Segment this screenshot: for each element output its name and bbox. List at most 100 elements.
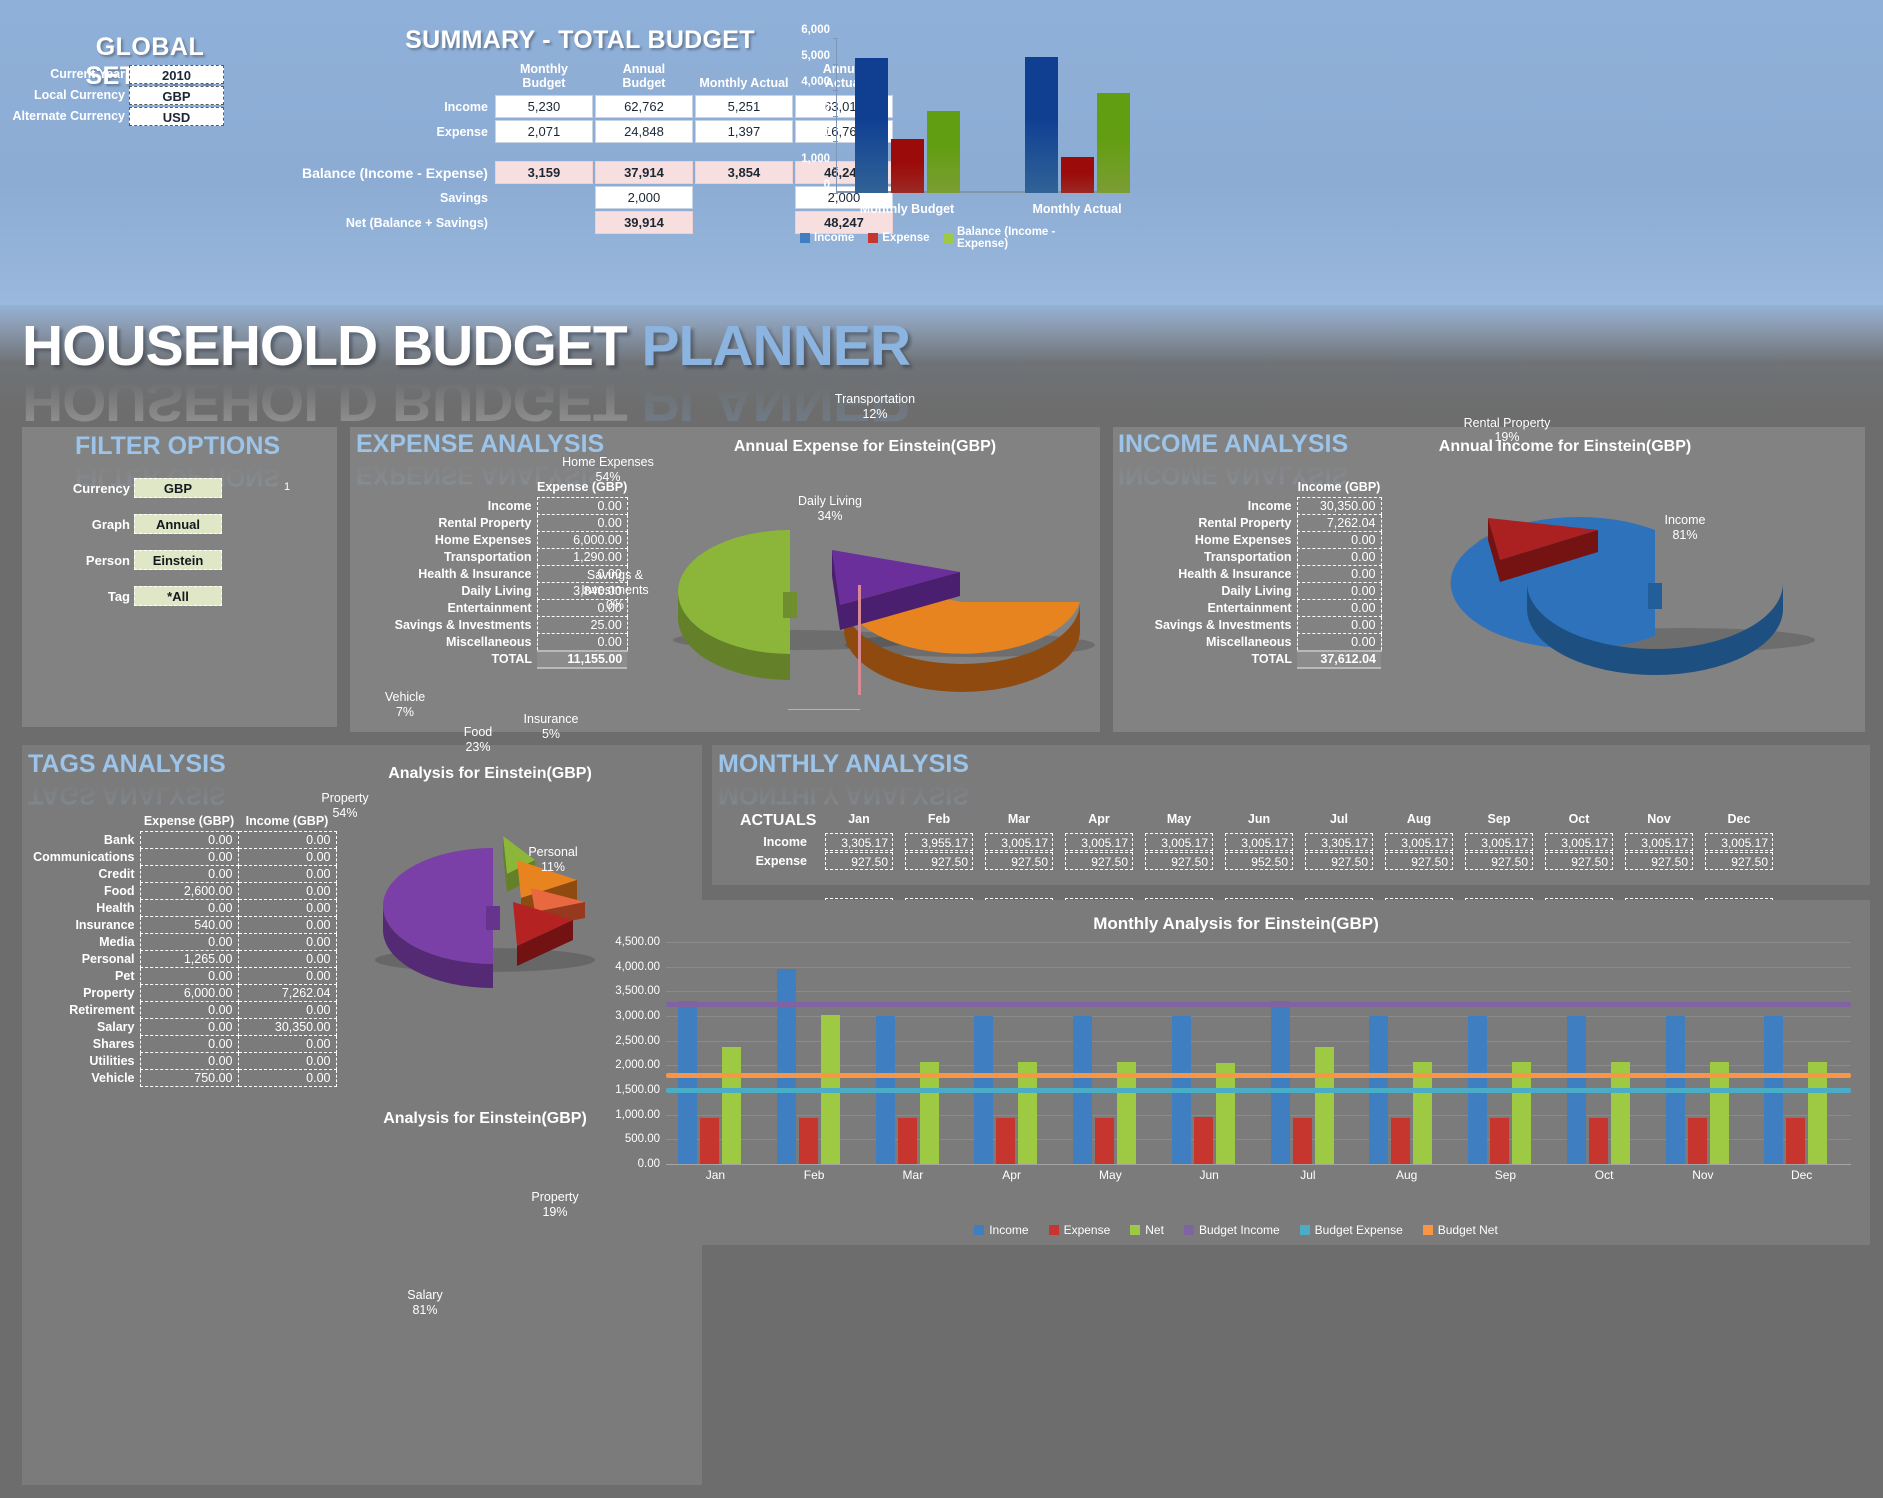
actual-expense-cell: 927.50 <box>985 852 1053 870</box>
tag-label: Insurance <box>75 918 135 932</box>
monthly-analysis-title-reflection: MONTHLY ANALYSIS <box>718 781 969 809</box>
tag-expense-value: 0.00 <box>139 1018 239 1036</box>
summary-chart-tickmark <box>833 63 838 65</box>
monthly-analysis-chart: Monthly Analysis for Einstein(GBP) 0.00 5… <box>602 900 1870 1245</box>
tag-expense-value: 6,000.00 <box>139 984 239 1002</box>
filter-value-person[interactable]: Einstein <box>134 550 222 570</box>
tags-pie-pct-insurance: 5% <box>541 727 561 741</box>
global-setting-value[interactable]: GBP <box>129 85 224 105</box>
summary-chart-xlabel: Monthly Budget <box>859 202 955 216</box>
tags-analysis-title: TAGS ANALYSIS <box>28 750 226 778</box>
monthly-chart-bar-expense <box>996 1118 1016 1164</box>
monthly-chart-bar-expense <box>1391 1118 1411 1164</box>
tags-income-pct-property: 19% <box>542 1205 568 1219</box>
tag-expense-value: 0.00 <box>139 1001 239 1019</box>
summary-chart-ytick: 6,000 <box>801 24 830 36</box>
tag-label: Shares <box>92 1037 135 1051</box>
monthly-chart-ytick: 4,000.00 <box>615 960 660 973</box>
global-setting-value[interactable]: USD <box>129 106 224 126</box>
filter-value-tag[interactable]: *All <box>134 586 222 606</box>
row-label: Home Expenses <box>434 533 532 547</box>
monthly-chart-bar-expense <box>1490 1118 1509 1164</box>
row-value: 0.00 <box>1296 616 1382 634</box>
actuals-section-label: ACTUALS <box>740 812 817 829</box>
legend-swatch <box>800 233 810 243</box>
monthly-chart-xlabel-aug: Aug <box>1395 1168 1418 1182</box>
summary-income-monthly-budget: 5,230 <box>494 95 593 118</box>
actual-income-cell: 3,005.17 <box>1625 833 1693 851</box>
actual-expense-cell: 952.50 <box>1225 852 1293 870</box>
row-value: 0.00 <box>1296 599 1382 617</box>
legend-label: Expense <box>1063 1223 1111 1237</box>
monthly-chart-bar-net <box>1314 1047 1334 1164</box>
tag-label: Media <box>99 935 135 949</box>
monthly-chart-ytick: 2,000.00 <box>615 1059 660 1072</box>
month-header-sep: Sep <box>1487 812 1511 826</box>
tag-income-value: 0.00 <box>237 831 337 849</box>
expense-pie-label-transportation: Transportation 12% <box>834 392 916 421</box>
filter-value-graph[interactable]: Annual <box>134 514 222 534</box>
row-label: Rental Property <box>438 516 532 530</box>
actual-income-cell: 3,005.17 <box>1145 833 1213 851</box>
summary-chart-bar <box>891 139 924 193</box>
summary-balance-monthly-budget: 3,159 <box>494 161 593 184</box>
month-header-jul: Jul <box>1329 812 1349 826</box>
monthly-chart-line-budget-net <box>666 1073 1851 1078</box>
actual-income-cell: 3,955.17 <box>905 833 973 851</box>
monthly-chart-title: Monthly Analysis for Einstein(GBP) <box>1093 914 1379 933</box>
table-row: Retirement 0.00 0.00 <box>10 1001 337 1019</box>
total-label: TOTAL <box>491 652 532 666</box>
monthly-chart-bar-expense <box>897 1118 917 1164</box>
filter-value-currency[interactable]: GBP <box>134 478 222 498</box>
table-row: Entertainment 0.00 <box>1140 599 1382 617</box>
monthly-chart-legend-item: Net <box>1130 1223 1164 1237</box>
tag-label: Food <box>103 884 135 898</box>
income-analysis-table: Income (GBP) Income 30,350.00 Rental Proper… <box>1140 478 1382 669</box>
page-title-white: HOUSEHOLD BUDGET <box>22 314 628 378</box>
global-setting-value[interactable]: 2010 <box>129 64 224 84</box>
summary-expense-label: Expense <box>436 124 488 139</box>
summary-chart-legend: Income Expense Balance (Income - Expense) <box>800 226 1100 250</box>
table-row: Miscellaneous 0.00 <box>1140 633 1382 651</box>
tags-pie-pct-vehicle: 7% <box>395 705 415 719</box>
summary-net-monthly-budget <box>495 211 593 234</box>
tag-income-value: 0.00 <box>237 933 337 951</box>
summary-chart-tickmark <box>833 167 838 169</box>
actual-income-label: Income <box>763 835 807 849</box>
actual-expense-cell: 927.50 <box>1625 852 1693 870</box>
tag-label: Utilities <box>89 1054 135 1068</box>
tag-expense-value: 0.00 <box>139 831 239 849</box>
summary-chart-legend-item: Income <box>800 232 854 244</box>
tag-label: Salary <box>96 1020 135 1034</box>
legend-swatch <box>868 233 879 243</box>
filter-options-title: FILTER OPTIONS <box>75 432 281 460</box>
tag-expense-value: 0.00 <box>139 899 239 917</box>
row-label: Daily Living <box>461 584 532 598</box>
monthly-chart-ytick: 500.00 <box>624 1133 660 1146</box>
month-header-mar: Mar <box>1007 812 1031 826</box>
monthly-analysis-title: MONTHLY ANALYSIS <box>718 750 969 778</box>
filter-row-person: Person Einstein <box>58 550 222 570</box>
table-row: Transportation 0.00 <box>1140 548 1382 566</box>
actual-income-cell: 3,005.17 <box>1705 833 1773 851</box>
table-row: Miscellaneous 0.00 <box>380 633 628 651</box>
income-analysis-title: INCOME ANALYSIS <box>1118 430 1349 458</box>
summary-chart-ytick: 1,000 <box>801 153 830 166</box>
legend-label: Net <box>1145 1223 1164 1237</box>
tag-income-value: 0.00 <box>237 899 337 917</box>
row-value: 0.00 <box>536 633 628 651</box>
row-label: Income <box>487 499 532 513</box>
tags-pie-label-food: Food 23% <box>463 725 493 754</box>
summary-income-label: Income <box>444 99 488 114</box>
row-value: 25.00 <box>536 616 628 634</box>
table-row: Personal 1,265.00 0.00 <box>10 950 337 968</box>
summary-chart-bar <box>927 111 960 193</box>
monthly-chart-gridline <box>666 942 1851 943</box>
actual-income-cell: 3,305.17 <box>1305 833 1373 851</box>
tag-label: Communications <box>33 850 135 864</box>
global-setting-row-local-currency: Local Currency GBP <box>0 84 224 106</box>
row-value: 0.00 <box>1296 633 1382 651</box>
actual-expense-cell: 927.50 <box>1305 852 1373 870</box>
expense-pie-pct-savings: 0% <box>605 598 625 612</box>
filter-row-tag: Tag *All <box>58 586 222 606</box>
